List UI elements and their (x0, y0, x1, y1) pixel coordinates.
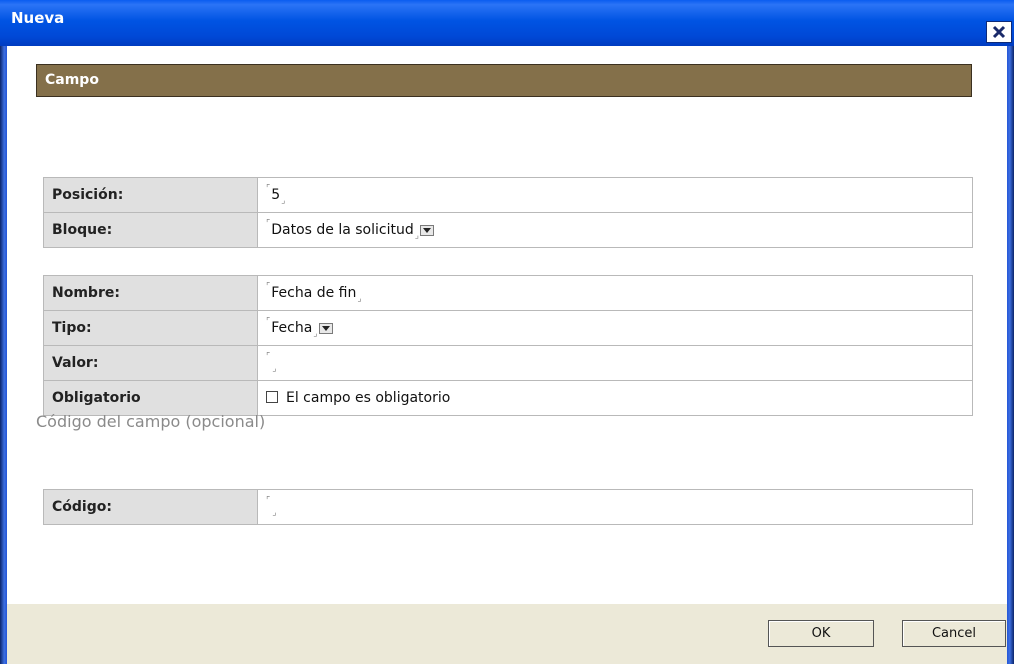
window-title: Nueva (11, 9, 65, 27)
row-obligatorio: Obligatorio El campo es obligatorio (43, 380, 973, 416)
row-valor: Valor: ⌜⌟ (43, 345, 973, 381)
ok-button[interactable]: OK (768, 620, 874, 647)
valor-input[interactable]: ⌜⌟ (257, 345, 973, 381)
obligatorio-checkbox-label[interactable]: El campo es obligatorio (286, 390, 450, 406)
section-header: Campo (36, 64, 972, 97)
codigo-input[interactable]: ⌜⌟ (257, 489, 973, 525)
label-bloque: Bloque: (43, 212, 258, 248)
label-codigo: Código: (43, 489, 258, 525)
row-posicion: Posición: ⌜5⌟ (43, 177, 973, 213)
chevron-down-icon[interactable] (318, 323, 333, 334)
chevron-down-icon[interactable] (419, 225, 434, 236)
label-nombre: Nombre: (43, 275, 258, 311)
optional-section-title: Código del campo (opcional) (36, 412, 266, 431)
posicion-value: 5 (271, 187, 281, 203)
label-valor: Valor: (43, 345, 258, 381)
row-codigo: Código: ⌜⌟ (43, 489, 973, 525)
close-icon (992, 25, 1006, 39)
nombre-input[interactable]: ⌜Fecha de fin⌟ (257, 275, 973, 311)
section-title: Campo (45, 72, 99, 88)
posicion-input[interactable]: ⌜5⌟ (257, 177, 973, 213)
row-bloque: Bloque: ⌜Datos de la solicitud⌟ (43, 212, 973, 248)
row-nombre: Nombre: ⌜Fecha de fin⌟ (43, 275, 973, 311)
window-frame-left (0, 0, 7, 664)
form-table-code: Código: ⌜⌟ (43, 489, 973, 525)
bloque-value: Datos de la solicitud (271, 222, 414, 238)
title-bar: Nueva (0, 0, 1014, 46)
form-table-position: Posición: ⌜5⌟ Bloque: ⌜Datos de la solic… (43, 177, 973, 248)
obligatorio-cell: El campo es obligatorio (257, 380, 973, 416)
cancel-button[interactable]: Cancel (902, 620, 1006, 647)
tipo-select[interactable]: ⌜Fecha⌟ (257, 310, 973, 346)
label-posicion: Posición: (43, 177, 258, 213)
tipo-value: Fecha (271, 320, 313, 336)
bloque-select[interactable]: ⌜Datos de la solicitud⌟ (257, 212, 973, 248)
window-frame-right (1007, 0, 1014, 664)
row-tipo: Tipo: ⌜Fecha⌟ (43, 310, 973, 346)
label-obligatorio: Obligatorio (43, 380, 258, 416)
close-button[interactable] (986, 21, 1012, 43)
obligatorio-checkbox[interactable] (266, 391, 278, 403)
nombre-value: Fecha de fin (271, 285, 357, 301)
label-tipo: Tipo: (43, 310, 258, 346)
form-table-field: Nombre: ⌜Fecha de fin⌟ Tipo: ⌜Fecha⌟ Val… (43, 275, 973, 416)
